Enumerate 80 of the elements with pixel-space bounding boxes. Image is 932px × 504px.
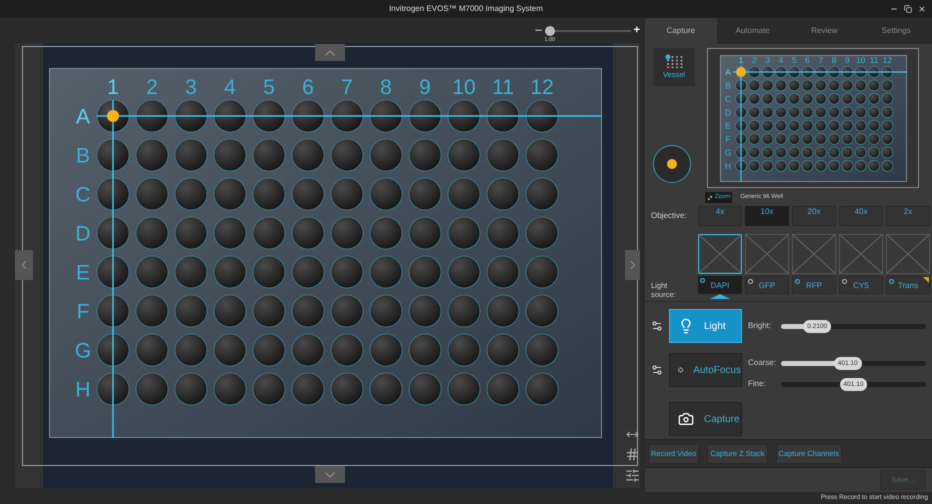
row-label: B xyxy=(724,80,730,90)
column-label: 7 xyxy=(341,76,353,99)
camera-icon xyxy=(678,411,694,427)
row-label: B xyxy=(76,144,90,168)
column-label: 10 xyxy=(855,54,865,64)
row-label: H xyxy=(724,160,731,170)
column-label: 4 xyxy=(224,76,236,99)
joystick[interactable] xyxy=(653,145,691,183)
maximize-icon[interactable] xyxy=(904,5,912,13)
column-label: 9 xyxy=(419,76,431,99)
column-label: 1 xyxy=(738,54,743,64)
column-label: 8 xyxy=(380,76,392,99)
channel-button[interactable]: DAPI xyxy=(698,276,742,294)
zoom-in-label[interactable]: + xyxy=(634,22,640,39)
row-label: C xyxy=(75,184,91,207)
row-label: H xyxy=(75,378,91,402)
column-label: 11 xyxy=(869,54,878,64)
column-label: 4 xyxy=(778,54,783,64)
objective-label: Objective: xyxy=(651,210,688,222)
column-label: 11 xyxy=(492,76,514,99)
column-label: 2 xyxy=(146,76,158,99)
adjustments-icon[interactable] xyxy=(625,468,640,483)
toggle-button[interactable]: Light xyxy=(669,309,742,343)
column-label: 3 xyxy=(764,54,770,64)
window-title: Invitrogen EVOS™ M7000 Imaging System xyxy=(389,3,543,15)
vessel-map[interactable]: 1 2 3 4 5 6 7 8 9 10 11 12 A B C D E F G H xyxy=(707,48,919,188)
expand-icon xyxy=(706,193,714,202)
column-label: 1 xyxy=(107,76,119,99)
row-label: D xyxy=(75,222,91,246)
position-marker xyxy=(736,66,746,76)
column-label: 12 xyxy=(530,76,554,99)
column-label: 9 xyxy=(844,54,850,64)
row-label: F xyxy=(76,300,90,324)
slider-label: Fine: xyxy=(748,378,767,390)
channel-button[interactable]: Trans xyxy=(886,276,930,294)
column-label: 3 xyxy=(185,76,197,99)
column-label: 7 xyxy=(818,54,823,64)
channel-button[interactable]: RFP xyxy=(792,276,836,294)
objective-button[interactable]: 20x xyxy=(792,206,836,226)
objective-button[interactable]: 40x xyxy=(839,206,883,226)
channel-button[interactable]: GFP xyxy=(745,276,789,294)
toggle-button[interactable]: AutoFocus xyxy=(669,353,742,387)
row-label: E xyxy=(724,120,730,130)
row-label: G xyxy=(74,340,92,363)
channel-thumbnail[interactable] xyxy=(839,234,883,274)
row-label: F xyxy=(724,134,730,144)
row-label: C xyxy=(724,93,731,104)
column-label: 6 xyxy=(804,54,810,64)
vessel-icon xyxy=(665,54,683,68)
objective-button[interactable]: 2x xyxy=(886,206,930,226)
position-marker xyxy=(107,110,119,122)
column-label: 10 xyxy=(452,76,476,99)
slider-label: Coarse: xyxy=(748,357,778,369)
row-label: E xyxy=(76,262,90,285)
close-icon[interactable] xyxy=(918,5,926,13)
row-label: D xyxy=(724,106,731,117)
channel-thumbnail[interactable] xyxy=(792,234,836,274)
toggle-button[interactable]: Capture xyxy=(669,402,742,436)
channel-thumbnail[interactable] xyxy=(698,234,742,274)
column-label: 8 xyxy=(831,54,836,64)
channel-thumbnail[interactable] xyxy=(886,234,930,274)
row-label: A xyxy=(724,66,730,77)
row-label: A xyxy=(76,106,90,129)
objective-button[interactable]: 4x xyxy=(698,206,742,226)
row-label: G xyxy=(724,146,731,157)
zoom-thumb[interactable] xyxy=(544,26,555,36)
column-label: 2 xyxy=(751,54,756,64)
channel-button[interactable]: CY5 xyxy=(839,276,883,294)
settings-icon[interactable] xyxy=(651,364,663,376)
channel-thumbnail[interactable] xyxy=(745,234,789,274)
column-label: 12 xyxy=(882,54,892,64)
objective-button[interactable]: 10x xyxy=(745,206,789,226)
column-label: 6 xyxy=(302,76,314,99)
settings-icon[interactable] xyxy=(651,320,663,332)
zoom-out-label[interactable]: – xyxy=(535,22,542,39)
column-label: 5 xyxy=(263,76,275,99)
grid-icon[interactable] xyxy=(625,447,640,462)
column-label: 5 xyxy=(791,54,796,64)
tab[interactable]: Capture xyxy=(645,18,717,44)
slider-label: Bright: xyxy=(748,320,772,332)
